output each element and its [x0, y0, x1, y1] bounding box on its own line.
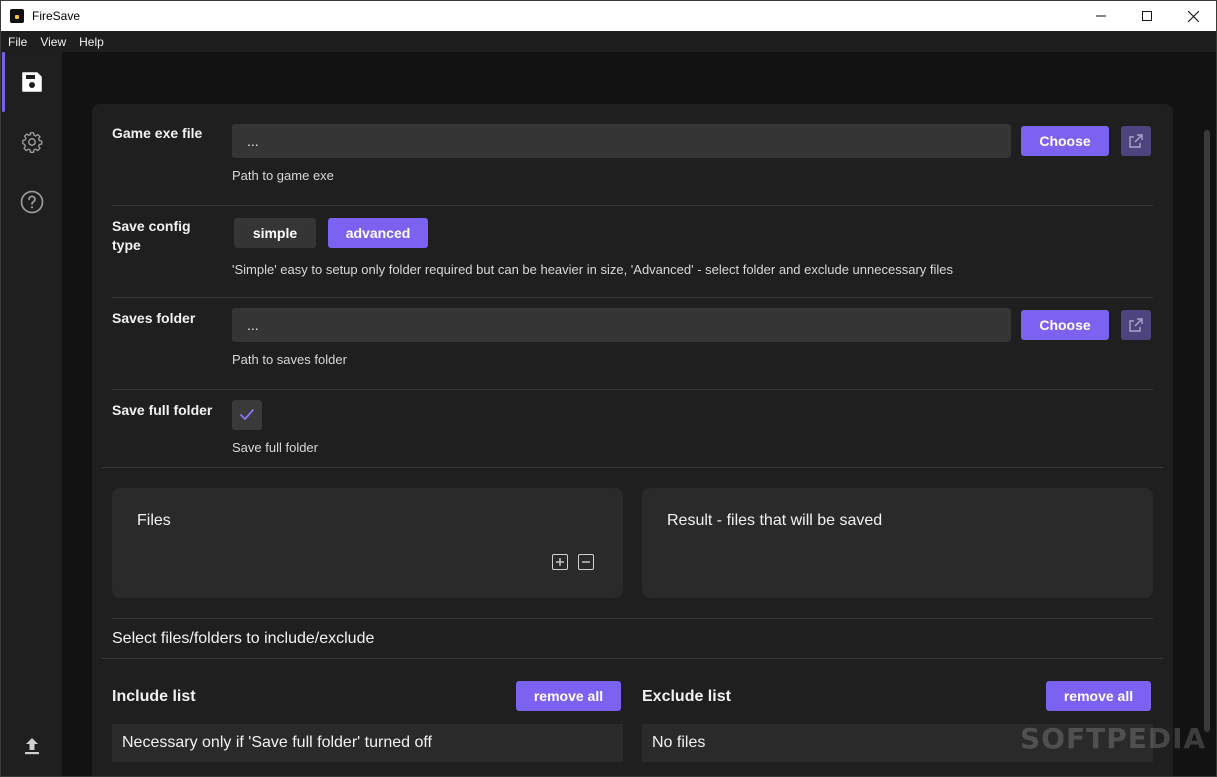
- game-exe-label: Game exe file: [112, 125, 203, 141]
- sidebar-item-saves[interactable]: [1, 52, 62, 112]
- window-title: FireSave: [32, 9, 81, 23]
- result-title: Result - files that will be saved: [667, 512, 883, 529]
- files-title: Files: [137, 512, 171, 529]
- sidebar-item-settings[interactable]: [1, 112, 62, 172]
- remove-file-button[interactable]: [578, 554, 594, 570]
- upload-icon: [24, 738, 39, 755]
- game-exe-choose-button[interactable]: Choose: [1021, 126, 1109, 156]
- game-exe-input[interactable]: ...: [232, 124, 1011, 158]
- game-exe-open-button[interactable]: [1121, 126, 1151, 156]
- saves-folder-label: Saves folder: [112, 310, 196, 326]
- external-link-icon: [1129, 318, 1143, 332]
- exclude-remove-all-button[interactable]: remove all: [1046, 681, 1151, 711]
- exclude-list-title: Exclude list: [642, 688, 731, 705]
- sidebar: [1, 52, 62, 776]
- minimize-button[interactable]: [1078, 1, 1124, 31]
- menu-view[interactable]: View: [34, 35, 72, 49]
- config-advanced-button[interactable]: advanced: [328, 218, 428, 248]
- menu-help[interactable]: Help: [73, 35, 110, 49]
- save-full-folder-hint: Save full folder: [232, 440, 318, 455]
- save-full-folder-checkbox[interactable]: [232, 400, 262, 430]
- gear-icon: [21, 132, 42, 153]
- sidebar-item-help[interactable]: [1, 172, 62, 232]
- scrollbar[interactable]: [1204, 130, 1210, 732]
- save-config-label: Save config type: [112, 218, 191, 253]
- divider: [102, 658, 1163, 659]
- external-link-icon: [1129, 134, 1143, 148]
- settings-panel: Game exe file ... Choose Path to game ex…: [92, 104, 1173, 776]
- save-config-hint: 'Simple' easy to setup only folder requi…: [232, 262, 953, 277]
- app-window: FireSave File View Help Game exe file ..…: [0, 0, 1217, 777]
- app-logo-icon: [10, 9, 24, 23]
- menu-bar: File View Help: [1, 31, 1216, 52]
- include-remove-all-button[interactable]: remove all: [516, 681, 621, 711]
- save-full-folder-label: Save full folder: [112, 402, 213, 418]
- check-icon: [240, 409, 254, 420]
- config-simple-button[interactable]: simple: [234, 218, 316, 248]
- game-exe-hint: Path to game exe: [232, 168, 334, 183]
- saves-folder-open-button[interactable]: [1121, 310, 1151, 340]
- close-button[interactable]: [1170, 1, 1216, 31]
- sidebar-item-upload[interactable]: [1, 716, 62, 776]
- include-list-title: Include list: [112, 688, 196, 705]
- save-config-row: Save config type simple advanced 'Simple…: [112, 206, 1153, 298]
- save-icon: [21, 72, 42, 92]
- title-bar: FireSave: [1, 1, 1216, 31]
- watermark-text: SOFTPEDIA: [1020, 722, 1207, 755]
- main-area: Game exe file ... Choose Path to game ex…: [62, 52, 1216, 776]
- game-exe-row: Game exe file ... Choose Path to game ex…: [112, 104, 1153, 206]
- maximize-button[interactable]: [1124, 1, 1170, 31]
- save-full-folder-row: Save full folder Save full folder: [102, 390, 1163, 468]
- close-icon: [1187, 10, 1199, 22]
- divider: [112, 618, 1153, 619]
- saves-folder-row: Saves folder ... Choose Path to saves fo…: [112, 298, 1153, 390]
- saves-folder-hint: Path to saves folder: [232, 352, 347, 367]
- include-list-item: Necessary only if 'Save full folder' tur…: [112, 724, 623, 762]
- help-icon: [20, 190, 43, 214]
- minimize-icon: [1096, 15, 1106, 17]
- window-controls: [1078, 1, 1216, 31]
- plus-icon: [556, 558, 564, 566]
- maximize-icon: [1142, 11, 1152, 21]
- add-file-button[interactable]: [552, 554, 568, 570]
- result-box: Result - files that will be saved: [642, 488, 1153, 598]
- files-box: Files: [112, 488, 623, 598]
- saves-folder-input[interactable]: ...: [232, 308, 1011, 342]
- menu-file[interactable]: File: [2, 35, 33, 49]
- minus-icon: [582, 561, 590, 563]
- saves-folder-choose-button[interactable]: Choose: [1021, 310, 1109, 340]
- select-hint: Select files/folders to include/exclude: [112, 630, 375, 647]
